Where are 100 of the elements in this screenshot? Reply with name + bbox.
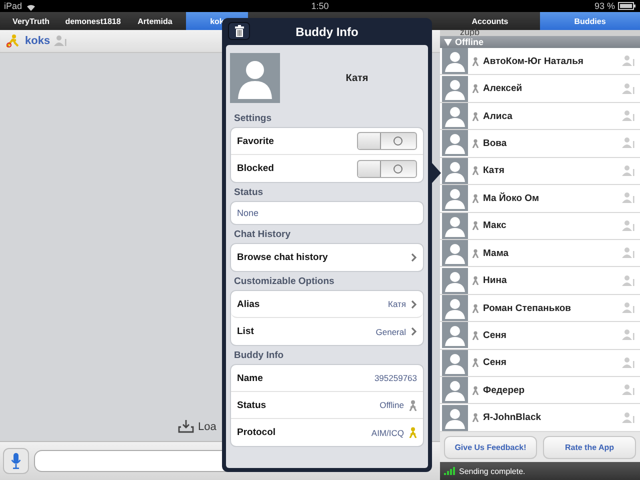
buddy-row[interactable]: Алиса xyxy=(440,102,640,130)
buddy-name: Нина xyxy=(483,275,508,286)
status-icon xyxy=(472,166,479,176)
chevron-icon xyxy=(411,300,417,308)
status-icon xyxy=(472,194,479,203)
conversation-tab[interactable]: Artemida xyxy=(124,12,186,30)
buddy-name: Алиса xyxy=(483,110,514,122)
section-title: Status xyxy=(233,186,264,200)
download-icon[interactable] xyxy=(178,420,194,433)
buddy-row[interactable]: Катя xyxy=(440,158,640,186)
buddy-name: Вова xyxy=(483,138,508,149)
buddy-row[interactable]: Вова xyxy=(440,130,640,158)
buddy-name: Алексей xyxy=(483,83,524,94)
row-label: Protocol xyxy=(237,427,277,438)
contact-info-icon[interactable] xyxy=(622,302,636,314)
contact-info-icon[interactable] xyxy=(622,164,636,177)
settings-row[interactable]: Alias Катя xyxy=(231,291,423,318)
buddy-name: Мама xyxy=(483,248,510,259)
status-icon xyxy=(472,386,479,395)
load-link[interactable]: Loa xyxy=(198,420,216,432)
status-field-value[interactable]: None xyxy=(237,208,259,218)
contact-info-icon[interactable] xyxy=(622,356,636,369)
buddy-name: Катя xyxy=(483,165,506,176)
row-value: 395259763 xyxy=(374,373,417,383)
avatar-icon xyxy=(230,53,280,103)
delete-button[interactable] xyxy=(228,22,250,40)
status-icon xyxy=(472,248,479,258)
section-title: Customizable Options xyxy=(233,275,336,289)
status-icon xyxy=(472,413,479,422)
status-icon xyxy=(472,138,479,148)
status-icon xyxy=(472,56,479,66)
popover-title: Buddy Info xyxy=(294,24,360,38)
contact-info-icon[interactable] xyxy=(622,384,636,396)
settings-row[interactable]: List General xyxy=(231,318,423,345)
panel-tab[interactable]: Buddies xyxy=(540,12,640,30)
row-label: Blocked xyxy=(237,163,275,174)
buddy-row[interactable]: Алексей xyxy=(440,75,640,103)
row-label: Favorite xyxy=(237,136,275,146)
buddy-name: Ма Йоко Ом xyxy=(483,192,540,204)
buddy-name[interactable]: zupb xyxy=(460,27,480,37)
section-title: Chat History xyxy=(233,228,292,242)
status-icon xyxy=(472,84,479,94)
contact-info-icon[interactable] xyxy=(622,220,636,232)
runner-icon xyxy=(5,34,21,48)
toggle-switch[interactable] xyxy=(357,160,417,178)
row-label: Status xyxy=(237,400,268,410)
status-icon xyxy=(472,221,479,230)
buddy-name: Федерер xyxy=(483,384,526,396)
conversation-tab[interactable]: demonest1818 xyxy=(62,12,124,30)
buddy-row[interactable]: Макс xyxy=(440,212,640,240)
action-button[interactable]: Rate the App xyxy=(543,436,636,458)
buddy-row[interactable]: Федерер xyxy=(440,377,640,404)
conversation-tab[interactable]: VeryTruth xyxy=(0,12,62,30)
battery-percent: 93 % xyxy=(594,1,615,11)
panel-tab[interactable]: Accounts xyxy=(440,12,540,30)
row-value: Offline xyxy=(380,400,404,410)
buddy-name: koks xyxy=(25,35,50,47)
action-button[interactable]: Give Us Feedback! xyxy=(444,436,537,458)
buddy-row[interactable]: АвтоКом-Юг Наталья xyxy=(440,48,640,76)
contact-info-icon[interactable] xyxy=(622,137,636,150)
toggle-state-icon xyxy=(393,164,403,174)
clock-time: 1:50 xyxy=(311,1,329,11)
status-icon xyxy=(472,276,479,286)
status-icon xyxy=(472,358,479,368)
contact-info-icon[interactable] xyxy=(622,247,636,260)
buddy-row[interactable]: Мама xyxy=(440,240,640,268)
row-value: AIM/ICQ xyxy=(371,428,404,438)
buddy-name: Я-JohnBlack xyxy=(483,412,542,424)
buddy-name: Макс xyxy=(483,220,508,232)
contact-info-icon[interactable] xyxy=(622,55,636,68)
toggle-state-icon xyxy=(393,136,403,146)
buddy-row[interactable]: Нина xyxy=(440,267,640,295)
status-icon xyxy=(472,112,479,121)
row-label: Name xyxy=(237,372,264,384)
chevron-icon xyxy=(411,253,417,262)
contact-info-icon[interactable] xyxy=(622,329,636,342)
contact-info-icon[interactable] xyxy=(54,35,68,47)
contact-info-icon[interactable] xyxy=(622,82,636,95)
contact-info-icon[interactable] xyxy=(622,412,636,424)
battery-icon xyxy=(618,2,636,10)
microphone-button[interactable] xyxy=(3,448,29,474)
microphone-icon xyxy=(11,453,21,469)
buddy-row[interactable]: Сеня xyxy=(440,350,640,378)
status-icon xyxy=(472,304,479,312)
buddy-row[interactable]: Роман Степаньков xyxy=(440,294,640,322)
buddy-row[interactable]: Сеня xyxy=(440,322,640,350)
disclosure-icon xyxy=(444,38,452,46)
signal-icon xyxy=(444,467,455,475)
status-icon xyxy=(472,330,479,340)
contact-info-icon[interactable] xyxy=(622,192,636,204)
settings-row[interactable]: Browse chat history xyxy=(231,244,423,271)
buddy-row[interactable]: Ма Йоко Ом xyxy=(440,185,640,213)
toggle-switch[interactable] xyxy=(357,132,417,150)
trash-icon xyxy=(234,25,244,37)
buddy-name: АвтоКом-Юг Наталья xyxy=(483,56,584,67)
buddy-name: Сеня xyxy=(483,357,508,368)
device-name: iPad xyxy=(4,1,22,11)
contact-info-icon[interactable] xyxy=(622,110,636,122)
buddy-row[interactable]: Я-JohnBlack xyxy=(440,404,640,432)
contact-info-icon[interactable] xyxy=(622,274,636,287)
